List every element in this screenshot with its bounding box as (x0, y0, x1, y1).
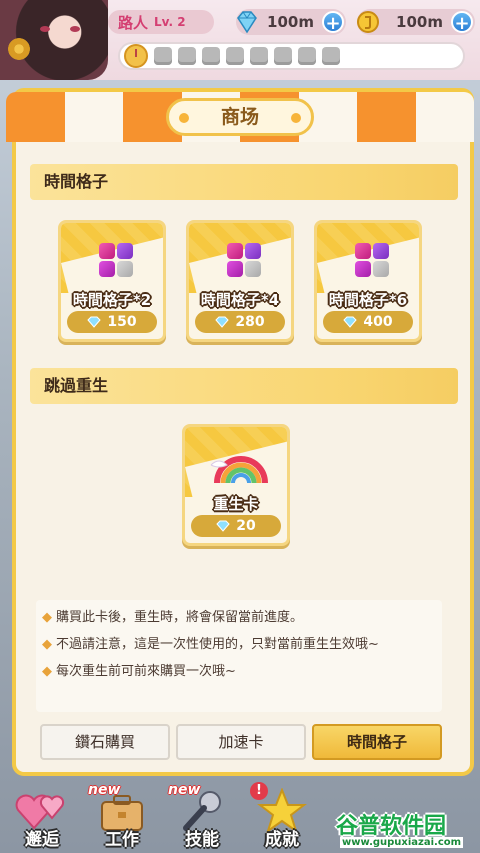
watermark-url: www.gupuxiazai.com (340, 837, 464, 848)
time-slot (226, 47, 244, 65)
rainbow-icon (210, 456, 268, 484)
nav-label: 技能 (185, 830, 219, 850)
note-line: ◆ 每次重生前可前來購買一次哦~ (42, 658, 436, 685)
awning-scallop (6, 130, 65, 142)
diamond-icon (343, 316, 358, 328)
item-price-value: 20 (236, 518, 256, 534)
watermark-text: 谷普软件园 (336, 814, 447, 839)
add-diamonds-button[interactable]: + (322, 11, 344, 34)
time-slot (202, 47, 220, 65)
nav-label: 成就 (265, 830, 299, 850)
nav-work[interactable]: new 工作 (84, 782, 160, 852)
item-label: 時間格子*6 (328, 291, 408, 309)
stopwatch-icon (124, 44, 148, 68)
shop-tabs: 鑽石購買 加速卡 時間格子 (40, 724, 442, 764)
nav-encounter[interactable]: 邂逅 (4, 784, 80, 852)
time-slot-bar (118, 42, 465, 70)
nav-achievements[interactable]: ! 成就 (244, 782, 320, 852)
player-avatar[interactable] (0, 0, 108, 80)
note-text: 每次重生前可前來購買一次哦~ (56, 664, 236, 679)
time-slot (322, 47, 340, 65)
diamond-icon (87, 316, 102, 328)
note-line: ◆ 不過請注意，這是一次性使用的，只對當前重生生效哦~ (42, 631, 436, 658)
coin-count: 100m (396, 13, 443, 31)
diamond-icon (216, 520, 230, 532)
note-bullet: ◆ (42, 664, 52, 679)
item-price-value: 280 (235, 314, 265, 330)
diamond-count: 100m (267, 13, 314, 31)
note-bullet: ◆ (42, 637, 52, 652)
tab-speedup-card[interactable]: 加速卡 (176, 724, 306, 760)
item-price[interactable]: 20 (191, 515, 281, 537)
shop-item-rebirth-card[interactable]: 重生卡 20 (182, 424, 290, 546)
new-badge: new (88, 782, 121, 798)
nav-label: 工作 (105, 830, 139, 850)
awning-scallop (64, 130, 123, 142)
item-price-value: 150 (107, 314, 137, 330)
awning-scallop (298, 130, 357, 142)
awning-scallop (357, 130, 416, 142)
time-slot (298, 47, 316, 65)
shop-item-time-slot-6[interactable]: 時間格子*6 400 (314, 220, 422, 342)
shop-item-time-slot-2[interactable]: 時間格子*2 150 (58, 220, 166, 342)
note-line: ◆ 購買此卡後，重生時，將會保留當前進度。 (42, 604, 436, 631)
hair-flower-icon (8, 38, 30, 60)
note-text: 購買此卡後，重生時，將會保留當前進度。 (56, 610, 304, 625)
time-slot (250, 47, 268, 65)
nav-label: 邂逅 (25, 830, 59, 850)
add-coins-button[interactable]: + (451, 11, 473, 34)
note-text: 不過請注意，這是一次性使用的，只對當前重生生效哦~ (56, 637, 379, 652)
alert-badge: ! (250, 782, 268, 800)
diamond-icon (215, 316, 230, 328)
time-slot (154, 47, 172, 65)
tab-time-slots[interactable]: 時間格子 (312, 724, 442, 760)
shop-title: 商场 (166, 98, 314, 136)
item-price[interactable]: 400 (323, 311, 413, 333)
tab-diamond-purchase[interactable]: 鑽石購買 (40, 724, 170, 760)
time-slot-gems-icon (99, 243, 133, 277)
coin-currency: 100m + (357, 9, 475, 35)
top-status-bar: 路人 Lv. 2 100m + 100m + (0, 0, 480, 80)
new-badge: new (168, 782, 201, 798)
section-header-skip-rebirth: 跳過重生 (30, 368, 458, 404)
item-price-value: 400 (363, 314, 393, 330)
player-name: 路人 (118, 13, 149, 32)
watermark: 谷普软件园 www.gupuxiazai.com (336, 808, 476, 848)
time-slot-gems-icon (355, 243, 389, 277)
item-label: 重生卡 (213, 495, 259, 513)
awning-scallop (415, 130, 474, 142)
nav-skills[interactable]: new 技能 (164, 782, 240, 852)
diamond-icon (237, 11, 257, 34)
time-slot-gems-icon (227, 243, 261, 277)
shop-item-time-slot-4[interactable]: 時間格子*4 280 (186, 220, 294, 342)
time-slot (274, 47, 292, 65)
diamond-currency: 100m + (236, 9, 346, 35)
avatar-eye-right (70, 26, 80, 32)
item-price[interactable]: 280 (195, 311, 285, 333)
item-price[interactable]: 150 (67, 311, 157, 333)
rebirth-notes: ◆ 購買此卡後，重生時，將會保留當前進度。 ◆ 不過請注意，這是一次性使用的，只對當… (36, 600, 442, 712)
item-label: 時間格子*2 (72, 291, 152, 309)
coin-icon (357, 11, 379, 33)
time-slot (178, 47, 196, 65)
note-bullet: ◆ (42, 610, 52, 625)
player-name-plate: 路人 Lv. 2 (108, 10, 214, 34)
section-header-time-slots: 時間格子 (30, 164, 458, 200)
avatar-eye-left (40, 26, 50, 32)
player-level: Lv. 2 (154, 15, 186, 29)
item-label: 時間格子*4 (200, 291, 280, 309)
